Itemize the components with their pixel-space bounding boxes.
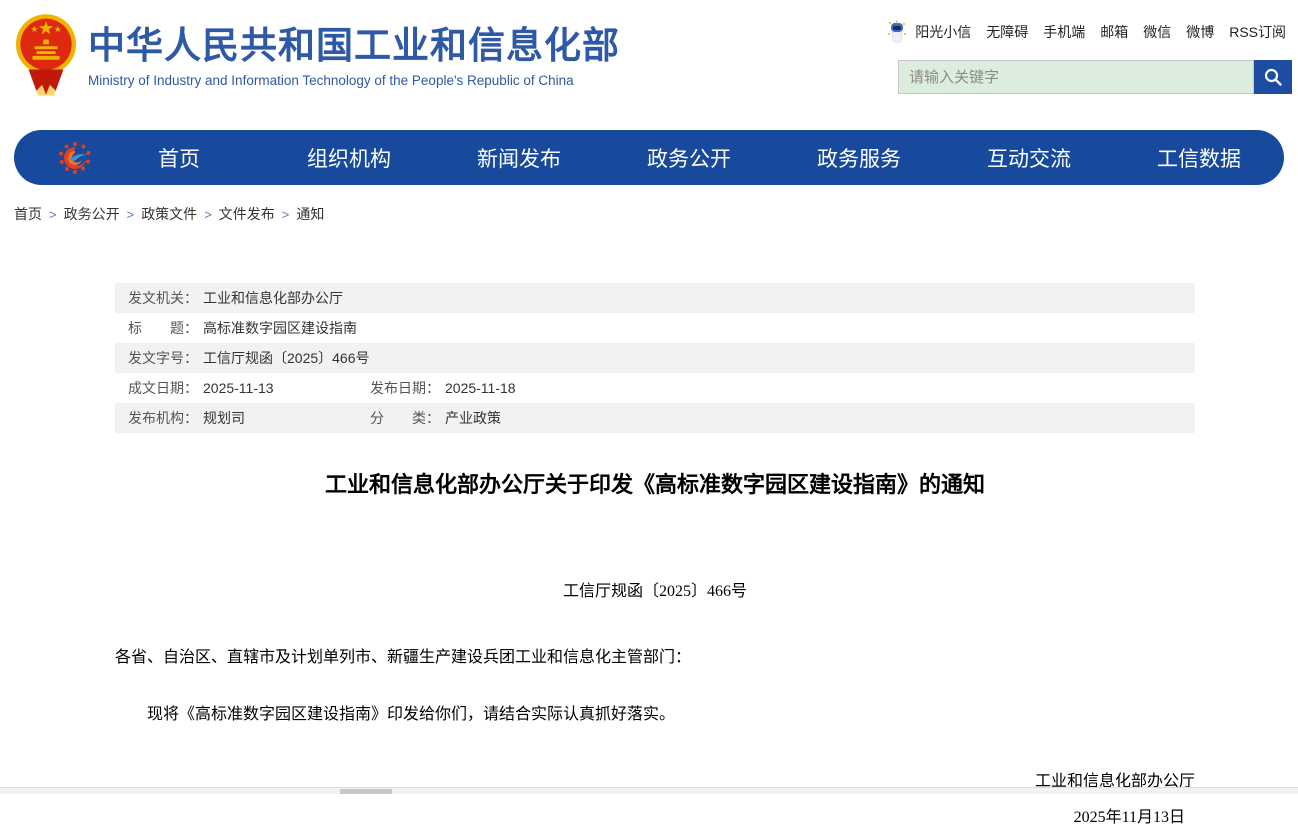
- robot-mascot-icon: [886, 20, 908, 44]
- breadcrumb-home[interactable]: 首页: [14, 204, 42, 224]
- breadcrumb-separator: >: [127, 207, 135, 222]
- top-link-mobile[interactable]: 手机端: [1043, 22, 1085, 42]
- document-date: 2025年11月13日: [115, 803, 1195, 827]
- document-body-paragraph: 现将《高标准数字园区建设指南》印发给你们，请结合实际认真抓好落实。: [115, 703, 1195, 727]
- nav-items: 首页 组织机构 新闻发布 政务公开 政务服务 互动交流 工信数据: [94, 143, 1284, 173]
- meta-value: 2025-11-13: [203, 380, 274, 396]
- document-salutation: 各省、自治区、直辖市及计划单列市、新疆生产建设兵团工业和信息化主管部门：: [115, 643, 1195, 667]
- meta-label: 成文日期：: [128, 380, 198, 396]
- nav-item-gov-services[interactable]: 政务服务: [774, 143, 944, 173]
- site-subtitle: Ministry of Industry and Information Tec…: [88, 73, 620, 88]
- nav-item-gov-affairs[interactable]: 政务公开: [604, 143, 774, 173]
- breadcrumb-notice[interactable]: 通知: [296, 204, 324, 224]
- top-link-weibo[interactable]: 微博: [1186, 22, 1214, 42]
- breadcrumb-file-release[interactable]: 文件发布: [219, 204, 275, 224]
- site-title: 中华人民共和国工业和信息化部: [88, 26, 620, 67]
- national-emblem-logo: [15, 9, 77, 97]
- meta-row-dates: 成文日期： 2025-11-13 发布日期： 2025-11-18: [115, 373, 1195, 403]
- top-link-rss[interactable]: RSS订阅: [1229, 22, 1286, 42]
- meta-value: 2025-11-18: [445, 380, 516, 396]
- search-bar: [898, 60, 1292, 94]
- nav-item-home[interactable]: 首页: [94, 143, 264, 173]
- meta-label: 发布日期：: [370, 380, 440, 396]
- document-meta-table: 发文机关： 工业和信息化部办公厅 标 题： 高标准数字园区建设指南 发文字号： 工信厅…: [115, 283, 1195, 433]
- top-link-mail[interactable]: 邮箱: [1100, 22, 1128, 42]
- breadcrumb-policy-files[interactable]: 政策文件: [141, 204, 197, 224]
- meta-value: 工信厅规函〔2025〕466号: [203, 350, 370, 366]
- meta-value: 工业和信息化部办公厅: [203, 290, 343, 306]
- meta-value: 高标准数字园区建设指南: [203, 320, 357, 336]
- site-header: 中华人民共和国工业和信息化部 Ministry of Industry and …: [0, 0, 1298, 112]
- document-number: 工信厅规函〔2025〕466号: [115, 577, 1195, 601]
- meta-label: 标 题：: [128, 320, 198, 336]
- meta-label: 发文字号：: [128, 350, 198, 366]
- meta-row-issuing-agency: 发文机关： 工业和信息化部办公厅: [115, 283, 1195, 313]
- breadcrumb-separator: >: [49, 207, 57, 222]
- nav-item-news[interactable]: 新闻发布: [434, 143, 604, 173]
- breadcrumb-gov-affairs[interactable]: 政务公开: [64, 204, 120, 224]
- top-link-sunshine[interactable]: 阳光小信: [915, 22, 971, 42]
- search-button[interactable]: [1254, 60, 1292, 94]
- meta-label: 发布机构：: [128, 410, 198, 426]
- nav-item-interaction[interactable]: 互动交流: [944, 143, 1114, 173]
- document-title: 工业和信息化部办公厅关于印发《高标准数字园区建设指南》的通知: [115, 467, 1195, 499]
- meta-value: 产业政策: [445, 410, 501, 426]
- meta-label: 发文机关：: [128, 290, 198, 306]
- breadcrumb-separator: >: [282, 207, 290, 222]
- main-navigation: 首页 组织机构 新闻发布 政务公开 政务服务 互动交流 工信数据: [14, 130, 1284, 185]
- meta-row-title: 标 题： 高标准数字园区建设指南: [115, 313, 1195, 343]
- nav-item-data[interactable]: 工信数据: [1114, 143, 1284, 173]
- meta-row-doc-number: 发文字号： 工信厅规函〔2025〕466号: [115, 343, 1195, 373]
- horizontal-scrollbar-thumb[interactable]: [340, 789, 392, 794]
- meta-value: 规划司: [203, 410, 245, 426]
- search-icon: [1263, 67, 1283, 87]
- meta-cell-publish-date: 发布日期： 2025-11-18: [370, 373, 516, 403]
- document-content: 工业和信息化部办公厅关于印发《高标准数字园区建设指南》的通知 工信厅规函〔202…: [115, 455, 1195, 827]
- miit-gear-logo-icon: [56, 139, 94, 177]
- breadcrumb-separator: >: [204, 207, 212, 222]
- meta-cell-category: 分 类： 产业政策: [370, 403, 501, 433]
- top-link-accessibility[interactable]: 无障碍: [986, 22, 1028, 42]
- search-input[interactable]: [898, 60, 1254, 94]
- site-title-block: 中华人民共和国工业和信息化部 Ministry of Industry and …: [88, 26, 620, 88]
- nav-item-organization[interactable]: 组织机构: [264, 143, 434, 173]
- horizontal-scrollbar[interactable]: [0, 787, 1298, 794]
- meta-label: 分 类：: [370, 410, 440, 426]
- document-signature-block: 工业和信息化部办公厅 2025年11月13日: [115, 767, 1195, 827]
- top-utility-links: 阳光小信 无障碍 手机端 邮箱 微信 微博 RSS订阅: [886, 20, 1286, 44]
- top-link-wechat[interactable]: 微信: [1143, 22, 1171, 42]
- meta-row-publisher-category: 发布机构： 规划司 分 类： 产业政策: [115, 403, 1195, 433]
- breadcrumb: 首页 > 政务公开 > 政策文件 > 文件发布 > 通知: [14, 204, 324, 224]
